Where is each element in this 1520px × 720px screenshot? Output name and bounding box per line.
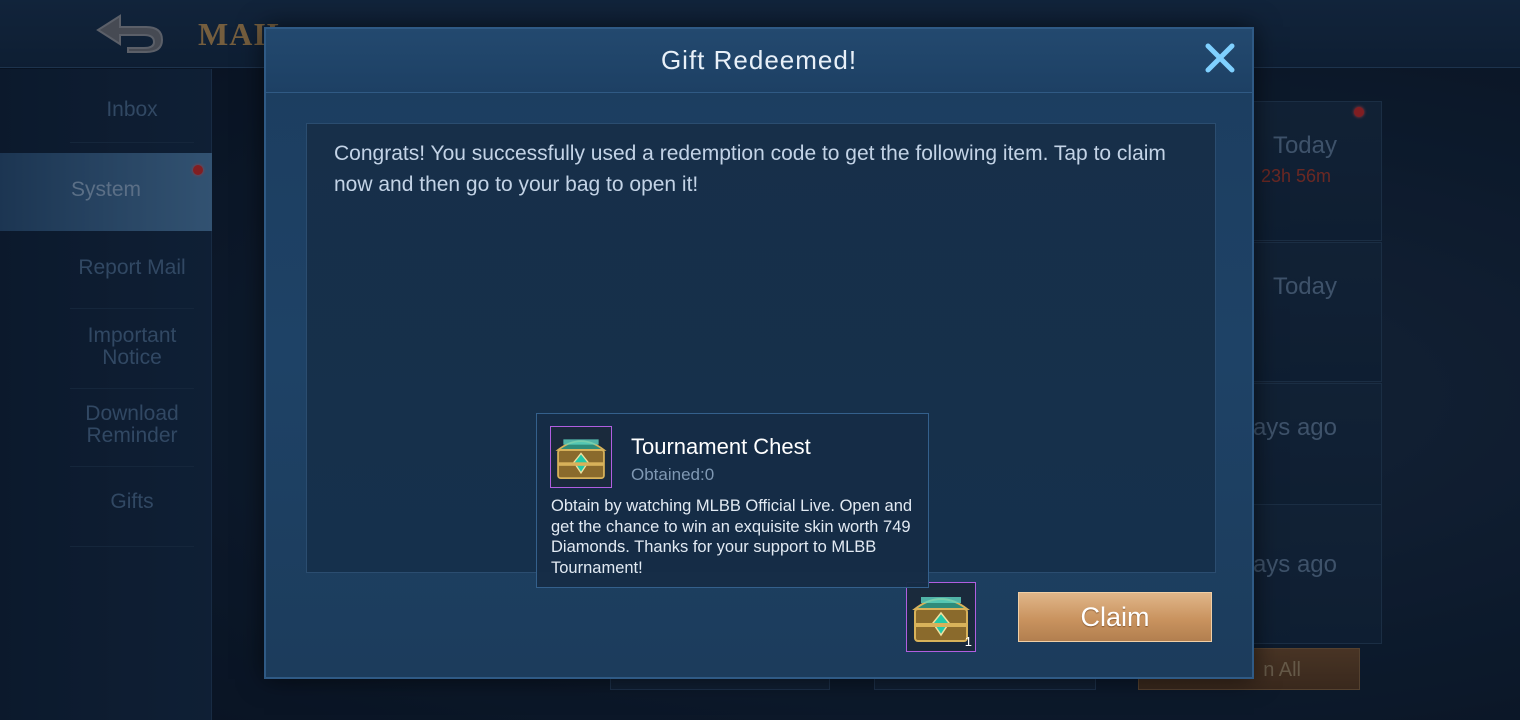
tournament-chest-icon (555, 439, 607, 480)
dialog-message: Congrats! You successfully used a redemp… (334, 142, 1166, 196)
close-button[interactable] (1200, 38, 1240, 78)
tooltip-item-icon (550, 426, 612, 488)
close-icon (1205, 43, 1235, 73)
tooltip-item-description: Obtain by watching MLBB Official Live. O… (551, 497, 913, 577)
item-quantity: 1 (964, 634, 972, 649)
item-tooltip: Tournament Chest Obtained:0 Obtain by wa… (536, 413, 929, 588)
tooltip-item-name: Tournament Chest (631, 434, 811, 459)
claim-button-label: Claim (1080, 602, 1150, 632)
claim-button[interactable]: Claim (1018, 592, 1212, 642)
reward-item-slot[interactable]: 1 (906, 582, 976, 652)
dialog-header: Gift Redeemed! (266, 29, 1252, 93)
dialog-title: Gift Redeemed! (660, 45, 858, 75)
tooltip-obtained-count: Obtained:0 (631, 465, 715, 484)
